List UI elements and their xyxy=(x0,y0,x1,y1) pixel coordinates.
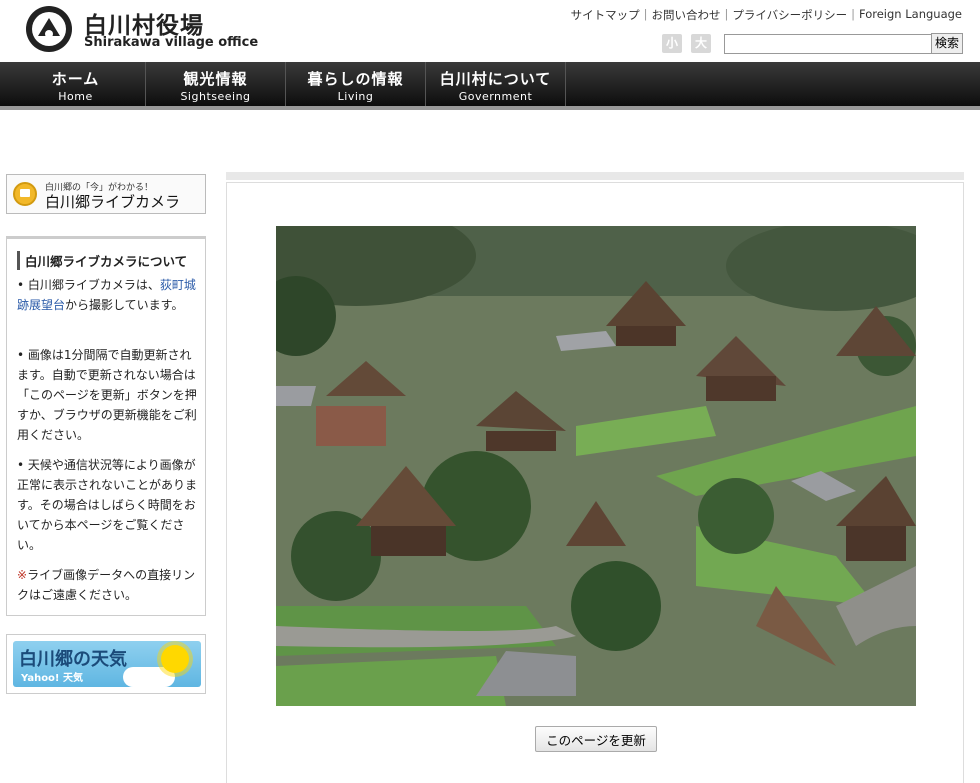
font-large-button[interactable]: 大 xyxy=(691,34,711,53)
about-title: 白川郷ライブカメラについて xyxy=(17,251,187,270)
main-panel-header xyxy=(226,172,964,180)
about-text: • 白川郷ライブカメラは、 xyxy=(17,278,160,292)
nav-item-sightseeing[interactable]: 観光情報 Sightseeing xyxy=(146,62,286,106)
note-text: ライブ画像データへの直接リンクはご遠慮ください。 xyxy=(17,568,196,602)
sun-icon xyxy=(161,645,189,673)
camera-icon xyxy=(13,182,37,206)
nav-label-jp: 暮らしの情報 xyxy=(307,70,404,88)
about-live-camera-box: 白川郷ライブカメラについて • 白川郷ライブカメラは、荻町城跡展望台から撮影して… xyxy=(6,236,206,616)
nav-item-home[interactable]: ホーム Home xyxy=(6,62,146,106)
nav-label-en: Living xyxy=(337,90,374,103)
nav-label-en: Government xyxy=(458,90,533,103)
global-nav: ホーム Home 観光情報 Sightseeing 暮らしの情報 Living … xyxy=(0,62,980,110)
live-camera-title: 白川郷ライブカメラ xyxy=(45,193,181,211)
separator: | xyxy=(724,7,729,21)
about-paragraph-update: • 画像は1分間隔で自動更新されます。自動で更新されない場合は「このページを更新… xyxy=(17,348,197,442)
foreign-language-link[interactable]: Foreign Language xyxy=(859,7,962,23)
about-text: から撮影しています。 xyxy=(65,298,184,312)
about-paragraph-note: ※ライブ画像データへの直接リンクはご遠慮ください。 xyxy=(17,565,197,605)
about-paragraph-location: • 白川郷ライブカメラは、荻町城跡展望台から撮影しています。 xyxy=(17,275,197,315)
village-logo-icon[interactable] xyxy=(26,6,72,52)
nav-item-government[interactable]: 白川村について Government xyxy=(426,62,566,106)
live-camera-image xyxy=(276,226,916,706)
contact-link[interactable]: お問い合わせ xyxy=(651,7,720,23)
site-subtitle[interactable]: Shirakawa village office xyxy=(84,35,258,50)
nav-label-jp: 白川村について xyxy=(439,70,552,88)
weather-provider: Yahoo! 天気 xyxy=(21,673,83,684)
nav-label-jp: ホーム xyxy=(51,70,100,88)
sitemap-link[interactable]: サイトマップ xyxy=(571,7,640,23)
nav-label-jp: 観光情報 xyxy=(183,70,248,88)
nav-label-en: Home xyxy=(58,90,93,103)
site-header: 白川村役場 Shirakawa village office サイトマップ | … xyxy=(0,0,980,62)
separator: | xyxy=(851,7,856,21)
live-camera-banner[interactable]: 白川郷の「今」がわかる！ 白川郷ライブカメラ xyxy=(6,174,206,214)
nav-item-living[interactable]: 暮らしの情報 Living xyxy=(286,62,426,106)
weather-banner[interactable]: 白川郷の天気 Yahoo! 天気 xyxy=(6,634,206,694)
weather-banner-image: 白川郷の天気 Yahoo! 天気 xyxy=(13,641,201,687)
about-paragraph-weather: • 天候や通信状況等により画像が正常に表示されないことがあります。その場合はしば… xyxy=(17,458,198,552)
font-size-controls: 小 大 xyxy=(662,34,711,53)
utility-links: サイトマップ | お問い合わせ | プライバシーポリシー | Foreign L… xyxy=(571,7,962,23)
privacy-link[interactable]: プライバシーポリシー xyxy=(732,7,847,23)
note-mark: ※ xyxy=(17,568,28,582)
search-button[interactable]: 検索 xyxy=(931,33,963,54)
separator: | xyxy=(643,7,648,21)
refresh-page-button[interactable]: このページを更新 xyxy=(535,726,657,752)
nav-label-en: Sightseeing xyxy=(180,90,251,103)
search-input[interactable] xyxy=(724,34,932,54)
weather-title: 白川郷の天気 xyxy=(19,649,127,670)
font-small-button[interactable]: 小 xyxy=(662,34,682,53)
